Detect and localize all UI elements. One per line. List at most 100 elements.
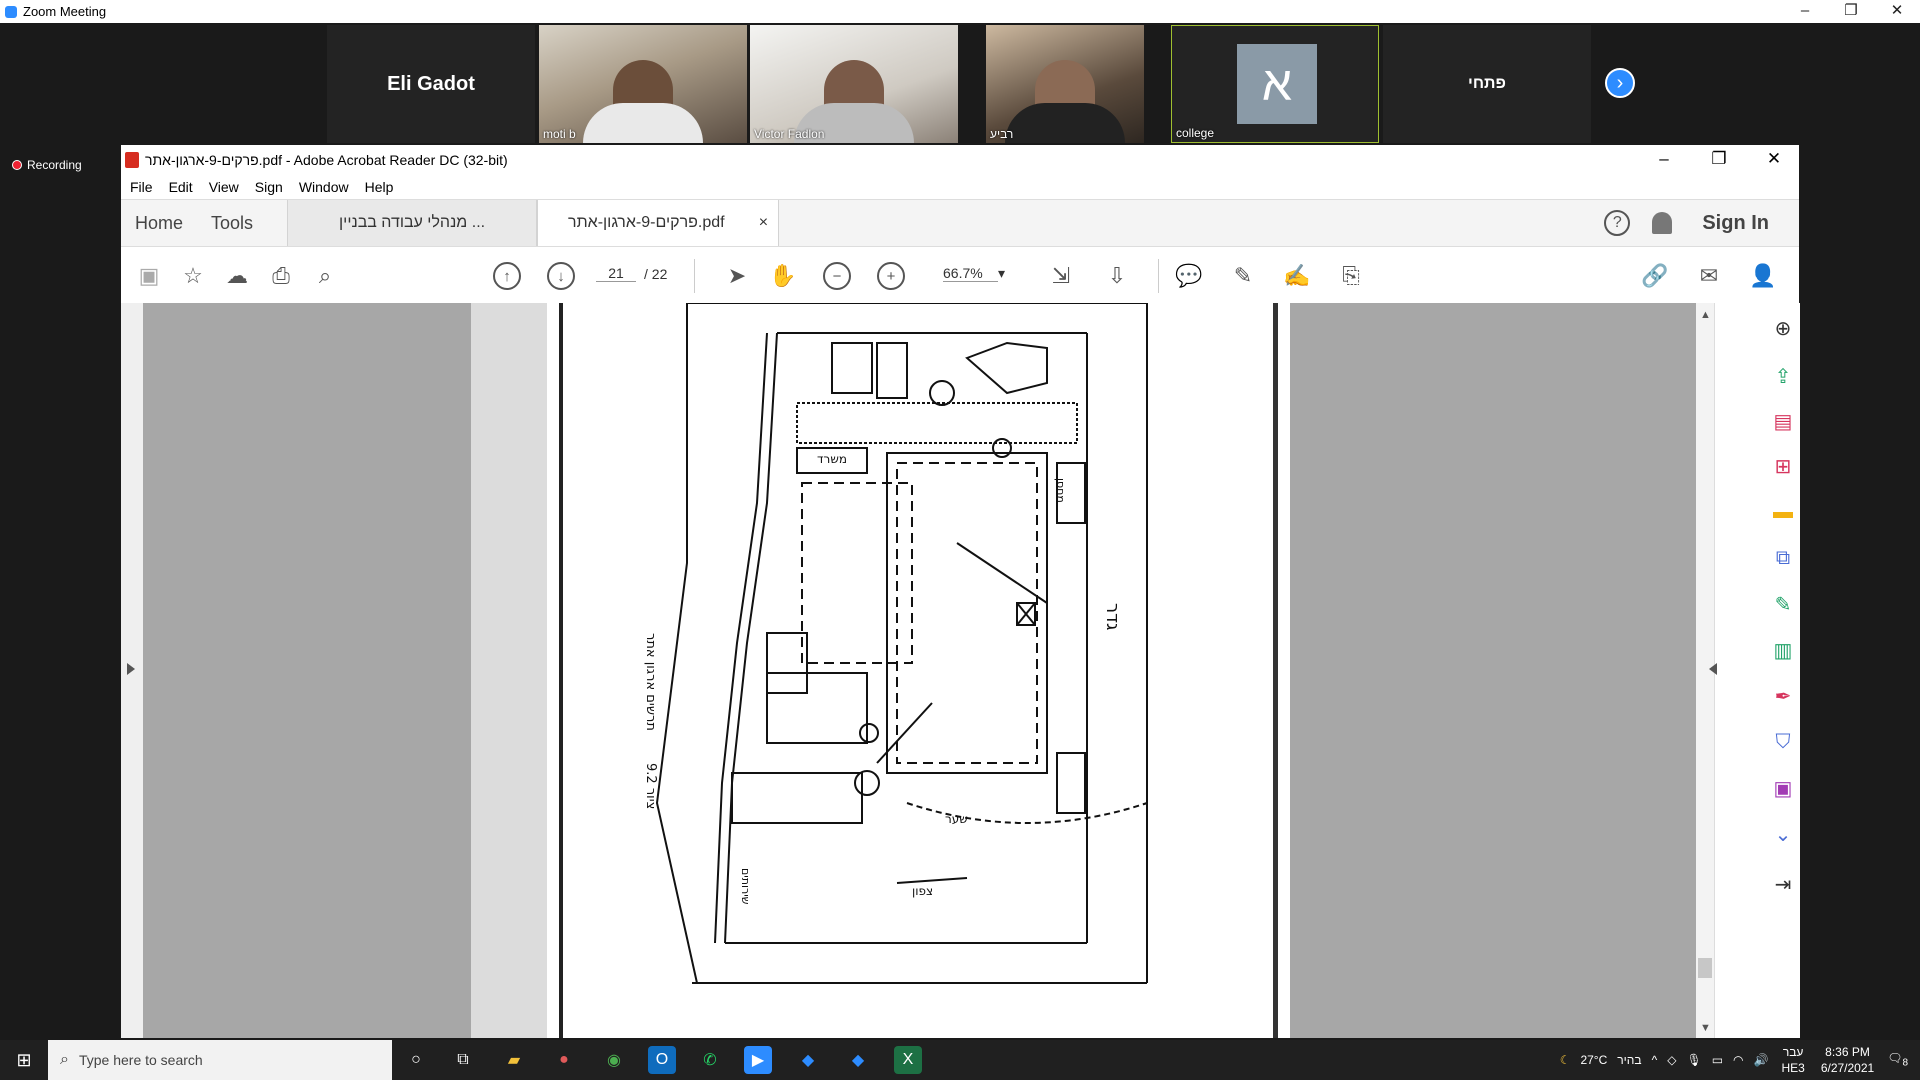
scroll-mode-icon[interactable]: ⇩: [1103, 262, 1131, 290]
bell-icon[interactable]: [1652, 212, 1673, 234]
scroll-up-icon[interactable]: ▲: [1700, 309, 1711, 321]
export-pdf-icon[interactable]: ⇪: [1770, 363, 1796, 389]
tray-battery-icon[interactable]: ▭: [1712, 1053, 1723, 1067]
taskbar-search-box[interactable]: ⌕ Type here to search: [48, 1040, 392, 1080]
close-icon[interactable]: ✕: [1749, 145, 1799, 175]
notification-icon[interactable]: 🗨8: [1887, 1051, 1908, 1068]
language-indicator[interactable]: עבר HE3: [1781, 1044, 1804, 1076]
sign-in-button[interactable]: Sign In: [1702, 212, 1769, 235]
menu-help[interactable]: Help: [365, 179, 394, 195]
tab-label: פרקים-9-ארגון-אתר.pdf: [568, 214, 725, 231]
tab-close-icon[interactable]: ×: [759, 214, 768, 232]
page-number-input[interactable]: 21: [596, 265, 636, 282]
tray-wifi-icon[interactable]: ◠: [1733, 1053, 1743, 1067]
cortana-icon[interactable]: ○: [402, 1046, 430, 1074]
whatsapp-icon[interactable]: ✆: [696, 1046, 724, 1074]
zoom-magnifier-icon[interactable]: ⊕: [1770, 315, 1796, 341]
cloud-upload-icon[interactable]: ☁: [223, 262, 251, 290]
app-drop-icon[interactable]: ◆: [844, 1046, 872, 1074]
pdf-page[interactable]: תרשים ארגון אתר 9.2 ציור גדר משרד מחסן ש…: [547, 302, 1290, 1038]
menu-sign[interactable]: Sign: [255, 179, 283, 195]
left-panel-toggle[interactable]: [121, 303, 143, 1038]
chrome-icon[interactable]: ◉: [600, 1046, 628, 1074]
combine-files-icon[interactable]: ⧉: [1770, 545, 1796, 571]
participant-tile-college[interactable]: א college: [1171, 25, 1379, 143]
stamp-icon[interactable]: ⎘: [1337, 262, 1365, 290]
tab-tools[interactable]: Tools: [197, 200, 267, 246]
more-tools-icon[interactable]: ⌄: [1770, 821, 1796, 847]
exit-panel-icon[interactable]: ⇥: [1770, 871, 1796, 897]
app-icon[interactable]: ●: [550, 1046, 578, 1074]
zoom-in-icon[interactable]: +: [877, 262, 905, 290]
next-page-icon[interactable]: ↓: [547, 262, 575, 290]
tray-dropbox-icon[interactable]: ◇: [1667, 1053, 1676, 1067]
prepare-form-icon[interactable]: ▣: [1770, 775, 1796, 801]
windows-start-icon[interactable]: ⊞: [0, 1040, 48, 1080]
email-icon[interactable]: ✉: [1695, 262, 1723, 290]
share-link-icon[interactable]: 🔗: [1641, 262, 1669, 290]
tab-bar-right: ? Sign In: [1604, 200, 1799, 246]
add-user-icon[interactable]: 👤: [1749, 262, 1777, 290]
menu-edit[interactable]: Edit: [169, 179, 193, 195]
draw-icon[interactable]: ✍: [1283, 262, 1311, 290]
organize-pages-icon[interactable]: ▤: [1770, 408, 1796, 434]
next-page-button[interactable]: ›: [1605, 68, 1635, 98]
participant-tile-eli[interactable]: Eli Gadot: [327, 25, 535, 143]
comment-panel-icon[interactable]: ▬: [1770, 499, 1796, 525]
select-cursor-icon[interactable]: ➤: [723, 262, 751, 290]
comment-icon[interactable]: 💬: [1175, 262, 1203, 290]
previous-page-icon[interactable]: ↑: [493, 262, 521, 290]
weather-temp[interactable]: 27°C: [1580, 1053, 1607, 1067]
task-view-icon[interactable]: ⧉: [449, 1046, 477, 1074]
scroll-thumb[interactable]: [1698, 958, 1712, 978]
protect-shield-icon[interactable]: ⛉: [1770, 729, 1796, 755]
participant-tile-fathi[interactable]: פתחי: [1383, 25, 1591, 143]
search-zoom-icon[interactable]: ⌕: [311, 262, 339, 290]
participant-video-moti[interactable]: moti b: [539, 25, 747, 143]
star-icon[interactable]: ☆: [179, 262, 207, 290]
toolbar-divider: [694, 259, 695, 293]
excel-icon[interactable]: X: [894, 1046, 922, 1074]
fit-page-icon[interactable]: ⇲: [1047, 262, 1075, 290]
tray-chevron-icon[interactable]: ^: [1652, 1053, 1658, 1067]
zoom-level-dropdown[interactable]: 66.7% ▾: [943, 265, 1005, 282]
outlook-icon[interactable]: O: [648, 1046, 676, 1074]
hand-tool-icon[interactable]: ✋: [769, 262, 797, 290]
tools-right-panel: ⊕ ⇪ ▤ ⊞ ▬ ⧉ ✎ ▥ ✒ ⛉ ▣ ⌄ ⇥: [1709, 303, 1800, 1038]
highlight-pen-icon[interactable]: ✎: [1229, 262, 1257, 290]
edit-pdf-icon[interactable]: ✎: [1770, 591, 1796, 617]
weather-moon-icon: ☾: [1559, 1053, 1571, 1067]
collapse-right-icon[interactable]: [1709, 663, 1717, 675]
app-drop-icon[interactable]: ◆: [794, 1046, 822, 1074]
minimize-icon[interactable]: –: [1782, 0, 1828, 23]
participant-name: college: [1176, 126, 1215, 140]
tab-document-2[interactable]: פרקים-9-ארגון-אתר.pdf ×: [537, 200, 780, 246]
menu-view[interactable]: View: [209, 179, 239, 195]
menu-window[interactable]: Window: [299, 179, 349, 195]
save-icon[interactable]: ▣: [135, 262, 163, 290]
file-explorer-icon[interactable]: ▰: [500, 1046, 528, 1074]
create-pdf-icon[interactable]: ⊞: [1770, 453, 1796, 479]
help-icon[interactable]: ?: [1604, 210, 1631, 236]
plan-figure-label: 9.2 ציור: [643, 763, 658, 809]
compare-files-icon[interactable]: ▥: [1770, 637, 1796, 663]
tab-document-1[interactable]: מנהלי עבודה בבניין ...: [287, 200, 538, 246]
restore-icon[interactable]: ❐: [1694, 145, 1744, 175]
tab-home[interactable]: Home: [121, 200, 197, 246]
tray-volume-icon[interactable]: 🔊: [1754, 1053, 1769, 1067]
scroll-down-icon[interactable]: ▼: [1700, 1022, 1711, 1034]
zoom-taskbar-icon[interactable]: ▶: [744, 1046, 772, 1074]
clock-date: 6/27/2021: [1820, 1061, 1875, 1075]
fill-sign-icon[interactable]: ✒: [1770, 683, 1796, 709]
participant-video-victor[interactable]: Victor Fadlon: [750, 25, 958, 143]
chevron-right-icon: ›: [1616, 71, 1624, 94]
zoom-out-icon[interactable]: −: [823, 262, 851, 290]
tray-mic-icon[interactable]: 🎙: [1686, 1053, 1701, 1067]
close-icon[interactable]: ✕: [1874, 0, 1920, 23]
taskbar-clock[interactable]: 8:36 PM 6/27/2021: [1821, 1044, 1874, 1076]
participant-video-rabia[interactable]: רביע: [986, 25, 1144, 143]
restore-icon[interactable]: ❐: [1828, 0, 1874, 23]
minimize-icon[interactable]: –: [1639, 145, 1689, 175]
print-icon[interactable]: ⎙: [267, 262, 295, 290]
menu-file[interactable]: File: [130, 179, 153, 195]
